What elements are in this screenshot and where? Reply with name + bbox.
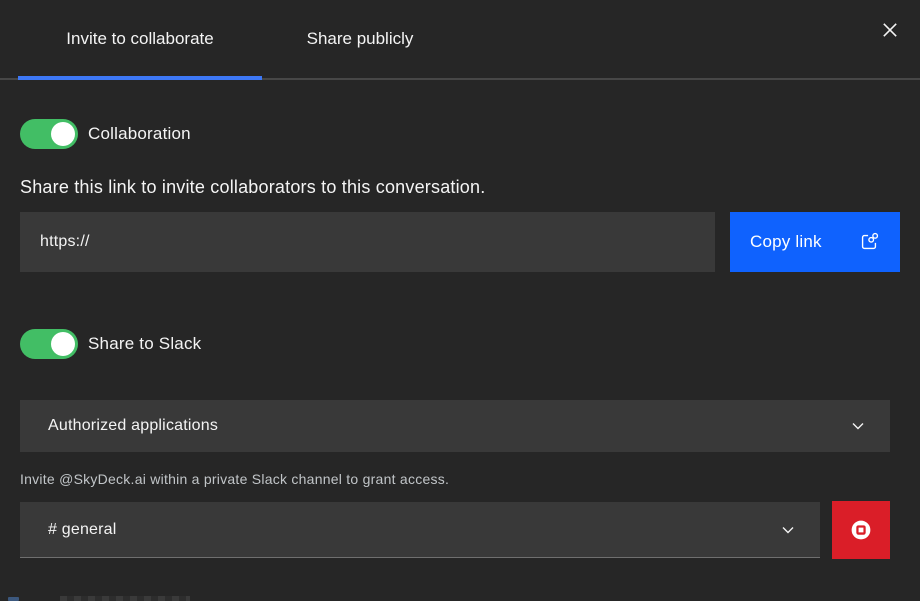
share-to-slack-toggle[interactable] bbox=[20, 329, 78, 359]
chevron-down-icon bbox=[780, 522, 796, 538]
stop-icon bbox=[846, 515, 876, 545]
share-link-input[interactable] bbox=[20, 212, 715, 272]
collaboration-toggle-label: Collaboration bbox=[88, 119, 191, 149]
tab-label: Share publicly bbox=[307, 29, 414, 49]
clipped-next-content bbox=[8, 597, 19, 601]
slack-channel-select[interactable]: # general bbox=[20, 502, 820, 558]
share-to-slack-toggle-label: Share to Slack bbox=[88, 329, 201, 359]
slack-helper-text: Invite @SkyDeck.ai within a private Slac… bbox=[20, 471, 449, 487]
collaboration-description: Share this link to invite collaborators … bbox=[20, 177, 485, 198]
authorized-applications-select[interactable]: Authorized applications bbox=[20, 400, 890, 452]
share-dialog: Invite to collaborate Share publicly Col… bbox=[0, 0, 920, 601]
toggle-knob bbox=[51, 332, 75, 356]
close-icon bbox=[881, 21, 899, 39]
tab-label: Invite to collaborate bbox=[66, 29, 213, 49]
close-button[interactable] bbox=[874, 14, 906, 46]
tab-invite-to-collaborate[interactable]: Invite to collaborate bbox=[18, 0, 262, 77]
copy-link-icon bbox=[858, 231, 880, 253]
chevron-down-icon bbox=[850, 418, 866, 434]
toggle-knob bbox=[51, 122, 75, 146]
tab-share-publicly[interactable]: Share publicly bbox=[262, 0, 458, 77]
stop-slack-share-button[interactable] bbox=[832, 501, 890, 559]
collaboration-toggle[interactable] bbox=[20, 119, 78, 149]
copy-link-button-label: Copy link bbox=[750, 232, 822, 252]
slack-channel-select-value: # general bbox=[48, 521, 780, 539]
copy-link-button[interactable]: Copy link bbox=[730, 212, 900, 272]
authorized-applications-select-value: Authorized applications bbox=[48, 417, 850, 435]
clipped-next-content bbox=[60, 596, 190, 601]
active-tab-underline bbox=[18, 76, 262, 80]
